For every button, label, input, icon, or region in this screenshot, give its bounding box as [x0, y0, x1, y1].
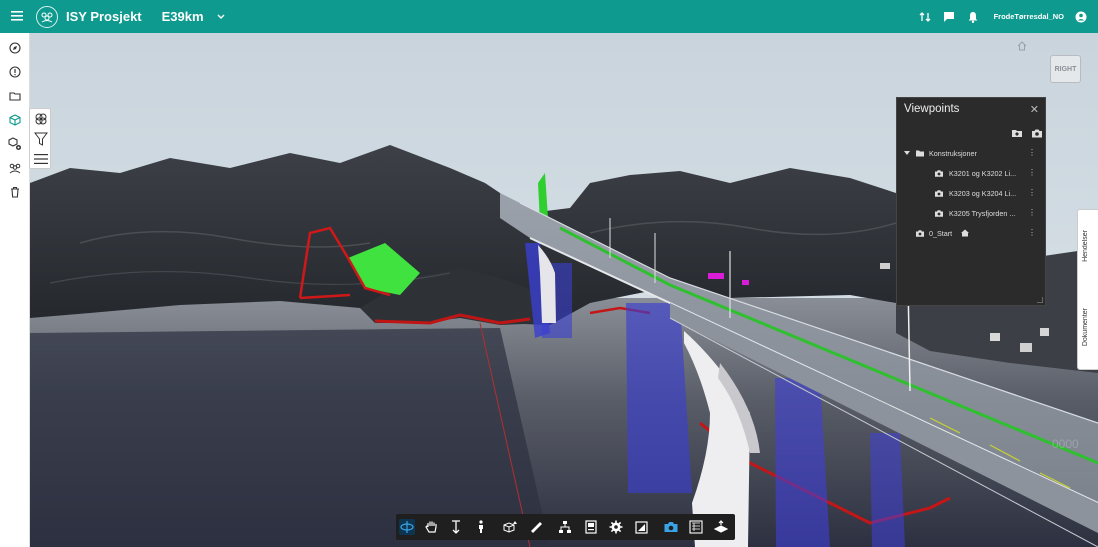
info-icon[interactable] — [7, 64, 23, 80]
logo-icon — [36, 5, 58, 28]
top-bar: ISY Prosjekt E39km FrodeTørresdal_NO — [0, 0, 1098, 33]
account-icon[interactable] — [1074, 10, 1088, 24]
bell-icon[interactable] — [966, 10, 980, 24]
model-tree-icon[interactable] — [557, 519, 573, 535]
floating-tools — [29, 108, 51, 169]
home-icon — [961, 229, 969, 237]
pan-icon[interactable] — [423, 519, 439, 535]
camera-icon — [935, 189, 943, 197]
more-icon[interactable]: ⋮ — [1028, 148, 1036, 157]
left-sidebar — [0, 33, 30, 547]
resize-handle[interactable] — [1037, 297, 1043, 303]
users-icon[interactable] — [7, 160, 23, 176]
chat-icon[interactable] — [942, 10, 956, 24]
viewpoints-panel: Viewpoints ✕ Konstruksjoner ⋮ K3201 og K… — [896, 97, 1046, 306]
viewpoints-title: Viewpoints — [904, 103, 960, 115]
viewpoint-item[interactable]: K3205 Trysfjorden ... ⋮ — [897, 205, 1047, 221]
properties-icon[interactable] — [583, 519, 599, 535]
viewpoint-camera-icon[interactable] — [663, 519, 679, 535]
tab-dokumenter[interactable]: Dokumenter — [1082, 308, 1089, 346]
model-cube-icon[interactable] — [7, 112, 23, 128]
top-right-actions: FrodeTørresdal_NO — [918, 0, 1088, 33]
bottom-toolbar — [396, 514, 735, 540]
close-icon[interactable]: ✕ — [1030, 103, 1039, 116]
zoom-icon[interactable] — [448, 519, 464, 535]
home-view-icon[interactable] — [1016, 40, 1028, 52]
list-icon[interactable] — [33, 151, 49, 167]
model-settings-icon[interactable] — [7, 136, 23, 152]
viewpoint-label: K3201 og K3202 Li... — [949, 169, 1017, 178]
camera-icon[interactable] — [1032, 128, 1042, 138]
camera-icon — [935, 209, 943, 217]
viewpoint-folder[interactable]: Konstruksjoner ⋮ — [897, 145, 1047, 161]
fullscreen-icon[interactable] — [633, 519, 649, 535]
walk-icon[interactable] — [473, 519, 489, 535]
viewpoint-label: K3205 Trysfjorden ... — [949, 209, 1016, 218]
measure-icon[interactable] — [528, 519, 544, 535]
folder-label: Konstruksjoner — [929, 149, 977, 158]
viewpoint-item[interactable]: 0_Start ⋮ — [897, 225, 1047, 241]
folder-icon[interactable] — [7, 88, 23, 104]
more-icon[interactable]: ⋮ — [1028, 228, 1036, 237]
menu-icon[interactable] — [0, 8, 34, 26]
username[interactable]: FrodeTørresdal_NO — [994, 12, 1064, 21]
project-name[interactable]: E39km — [162, 9, 204, 24]
orbit-icon[interactable] — [399, 519, 415, 535]
add-folder-icon[interactable] — [1012, 128, 1022, 138]
caret-down-icon[interactable] — [903, 149, 911, 157]
camera-icon — [935, 169, 943, 177]
folder-icon — [916, 149, 924, 157]
viewpoint-item[interactable]: K3201 og K3202 Li... ⋮ — [897, 165, 1047, 181]
viewpoint-label: 0_Start — [929, 229, 953, 238]
tab-hendelser[interactable]: Hendelser — [1082, 230, 1089, 262]
clip-icon[interactable] — [688, 519, 704, 535]
layers-icon[interactable] — [33, 111, 49, 127]
nav-cube[interactable]: RIGHT — [1050, 55, 1081, 83]
distance-label: 0000 — [1052, 437, 1079, 451]
more-icon[interactable]: ⋮ — [1028, 188, 1036, 197]
filter-icon[interactable] — [33, 131, 49, 147]
trash-icon[interactable] — [7, 184, 23, 200]
camera-icon — [916, 229, 924, 237]
viewpoint-item[interactable]: K3203 og K3204 Li... ⋮ — [897, 185, 1047, 201]
settings-icon[interactable] — [608, 519, 624, 535]
more-icon[interactable]: ⋮ — [1028, 168, 1036, 177]
sort-icon[interactable] — [918, 10, 932, 24]
compass-icon[interactable] — [7, 40, 23, 56]
section-box-icon[interactable] — [502, 519, 518, 535]
more-icon[interactable]: ⋮ — [1028, 208, 1036, 217]
viewpoint-label: K3203 og K3204 Li... — [949, 189, 1017, 198]
chevron-down-icon[interactable] — [214, 10, 228, 24]
side-tabs: Hendelser Dokumenter — [1077, 209, 1098, 370]
app-title[interactable]: ISY Prosjekt — [66, 9, 142, 24]
explode-icon[interactable] — [713, 519, 729, 535]
